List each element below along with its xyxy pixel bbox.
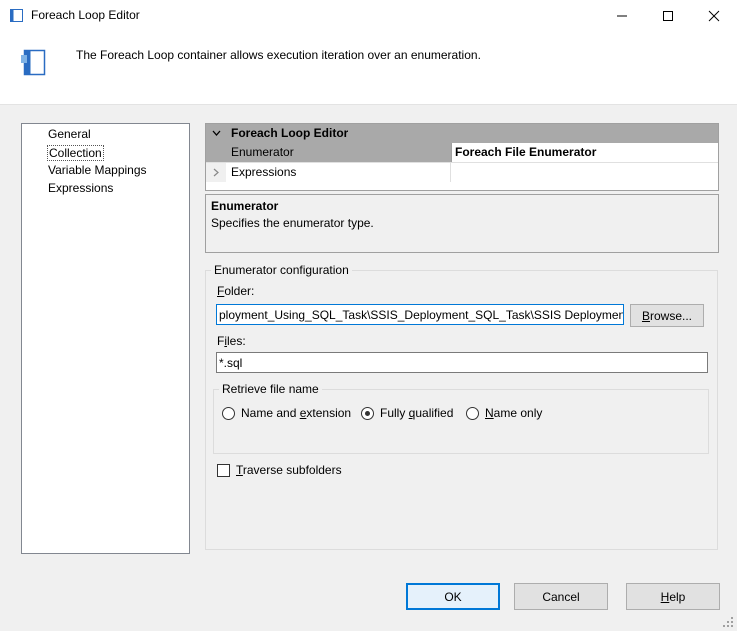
browse-button[interactable]: Browse... bbox=[630, 304, 704, 327]
foreach-loop-icon bbox=[10, 9, 23, 22]
files-input[interactable]: *.sql bbox=[216, 352, 708, 373]
radio-label: Name only bbox=[485, 406, 543, 420]
window-title: Foreach Loop Editor bbox=[31, 8, 140, 22]
grid-row-value[interactable]: Foreach File Enumerator bbox=[451, 143, 718, 162]
help-button[interactable]: Help bbox=[626, 583, 720, 610]
description-text: Specifies the enumerator type. bbox=[211, 216, 374, 230]
grid-row-name: Expressions bbox=[226, 163, 451, 182]
traverse-subfolders-checkbox[interactable]: Traverse subfolders bbox=[217, 463, 342, 477]
maximize-button[interactable] bbox=[645, 0, 691, 31]
folder-label: Folder: bbox=[217, 284, 255, 298]
chevron-down-icon bbox=[212, 130, 221, 136]
property-description-panel: Enumerator Specifies the enumerator type… bbox=[205, 194, 719, 253]
close-button[interactable] bbox=[691, 0, 737, 31]
enumerator-configuration-label: Enumerator configuration bbox=[211, 263, 352, 277]
checkbox-box[interactable] bbox=[217, 463, 230, 477]
radio-label: Fully qualified bbox=[380, 406, 454, 420]
page-list: General Collection Variable Mappings Exp… bbox=[21, 123, 190, 554]
radio-button[interactable] bbox=[222, 406, 235, 420]
nav-item-expressions[interactable]: Expressions bbox=[47, 181, 114, 195]
header-panel bbox=[0, 32, 737, 105]
radio-name-only[interactable]: Name only bbox=[466, 406, 542, 420]
grid-row-enumerator[interactable]: Enumerator Foreach File Enumerator bbox=[206, 143, 718, 162]
grid-row-name: Enumerator bbox=[226, 143, 451, 162]
checkbox-label: Traverse subfolders bbox=[236, 463, 342, 477]
retrieve-file-name-group bbox=[213, 389, 709, 454]
radio-button[interactable] bbox=[361, 406, 374, 420]
folder-input[interactable]: ployment_Using_SQL_Task\SSIS_Deployment_… bbox=[216, 304, 624, 325]
close-icon bbox=[708, 10, 720, 21]
radio-button[interactable] bbox=[466, 406, 479, 420]
minimize-button[interactable] bbox=[599, 0, 645, 31]
header-description: The Foreach Loop container allows execut… bbox=[76, 48, 481, 62]
ok-button[interactable]: OK bbox=[406, 583, 500, 610]
retrieve-file-name-label: Retrieve file name bbox=[219, 382, 322, 396]
property-grid: Foreach Loop Editor Enumerator Foreach F… bbox=[205, 123, 719, 191]
minimize-icon bbox=[617, 15, 627, 16]
cancel-button[interactable]: Cancel bbox=[514, 583, 608, 610]
grid-row-expressions[interactable]: Expressions bbox=[206, 162, 718, 182]
maximize-icon bbox=[663, 10, 673, 21]
grid-category-row[interactable]: Foreach Loop Editor bbox=[206, 124, 718, 143]
radio-label: Name and extension bbox=[241, 406, 352, 420]
nav-item-collection[interactable]: Collection bbox=[47, 145, 104, 161]
radio-fully-qualified[interactable]: Fully qualified bbox=[361, 406, 453, 420]
foreach-loop-large-icon bbox=[21, 49, 46, 76]
nav-item-variable-mappings[interactable]: Variable Mappings bbox=[47, 163, 148, 177]
nav-item-general[interactable]: General bbox=[47, 127, 92, 141]
radio-name-and-extension[interactable]: Name and extension bbox=[222, 406, 351, 420]
chevron-right-icon[interactable] bbox=[213, 168, 219, 177]
files-label: Files: bbox=[217, 334, 246, 348]
grid-row-value[interactable] bbox=[451, 163, 718, 182]
grid-category-label: Foreach Loop Editor bbox=[231, 126, 349, 140]
description-title: Enumerator bbox=[211, 199, 279, 213]
resize-grip-icon[interactable] bbox=[722, 616, 734, 628]
